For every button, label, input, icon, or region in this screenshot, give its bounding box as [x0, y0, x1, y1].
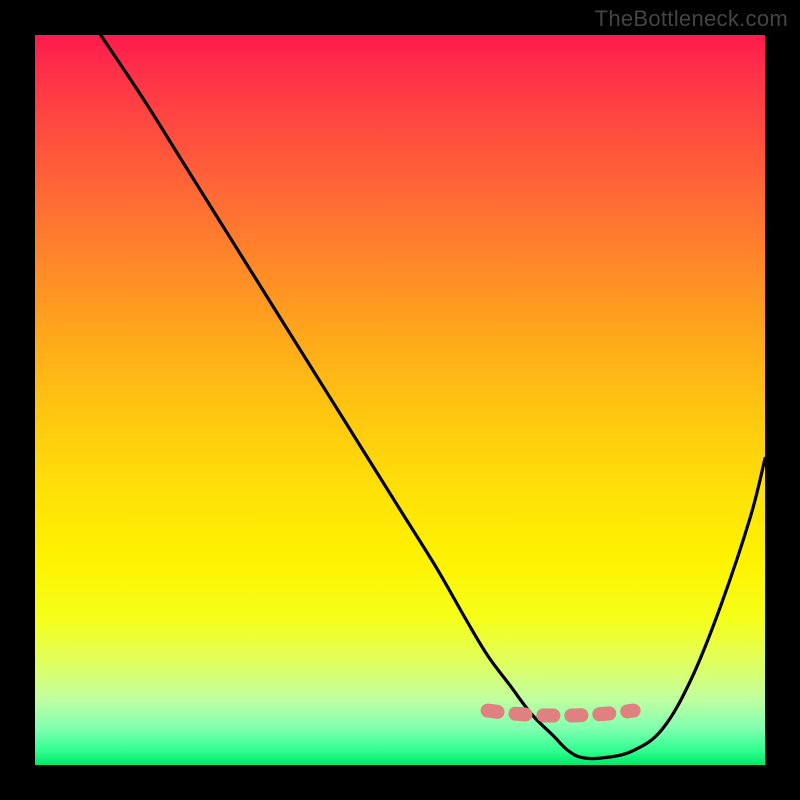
- watermark-text: TheBottleneck.com: [595, 6, 788, 32]
- bottleneck-curve: [35, 35, 765, 765]
- chart-plot-area: [35, 35, 765, 765]
